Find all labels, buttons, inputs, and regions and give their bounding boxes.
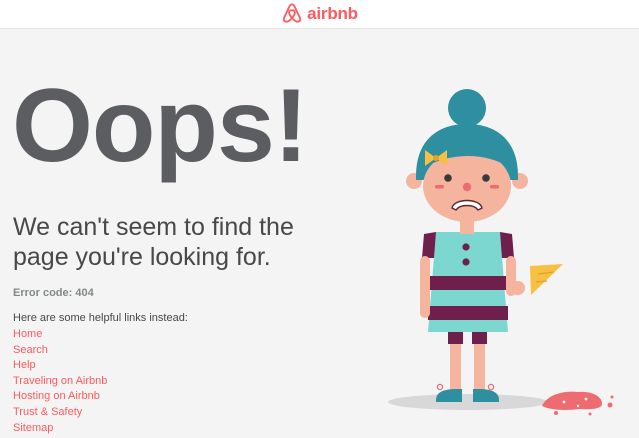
list-item: Trust & Safety [13,405,107,421]
link-search[interactable]: Search [13,344,48,356]
hair-bun [448,89,486,127]
left-arm [420,256,430,318]
sad-girl-illustration [388,89,614,416]
links-intro: Here are some helpful links instead: [13,312,188,324]
link-home[interactable]: Home [13,328,42,340]
page-title: Oops! [12,68,308,184]
airbnb-logo-link[interactable]: airbnb [281,2,358,26]
link-sitemap[interactable]: Sitemap [13,422,53,434]
helpful-links-list: Home Search Help Traveling on Airbnb Hos… [13,327,107,436]
page-subtitle: We can't seem to find the page you're lo… [13,213,294,271]
left-leg [450,340,461,392]
list-item: Help [13,358,107,374]
link-hosting[interactable]: Hosting on Airbnb [13,390,100,402]
list-item: Sitemap [13,421,107,437]
list-item: Traveling on Airbnb [13,374,107,390]
ice-cream-cone [530,264,563,295]
logo-wordmark: airbnb [307,4,358,23]
link-trust-safety[interactable]: Trust & Safety [13,406,82,418]
dropped-ice-cream [542,391,614,416]
list-item: Home [13,327,107,343]
list-item: Search [13,343,107,359]
site-header: airbnb [0,0,639,29]
link-traveling[interactable]: Traveling on Airbnb [13,375,107,387]
airbnb-belo-icon [282,3,302,23]
right-leg [474,340,485,392]
ground-shadow [388,394,548,410]
error-code: Error code: 404 [13,287,94,299]
list-item: Hosting on Airbnb [13,389,107,405]
link-help[interactable]: Help [13,359,36,371]
